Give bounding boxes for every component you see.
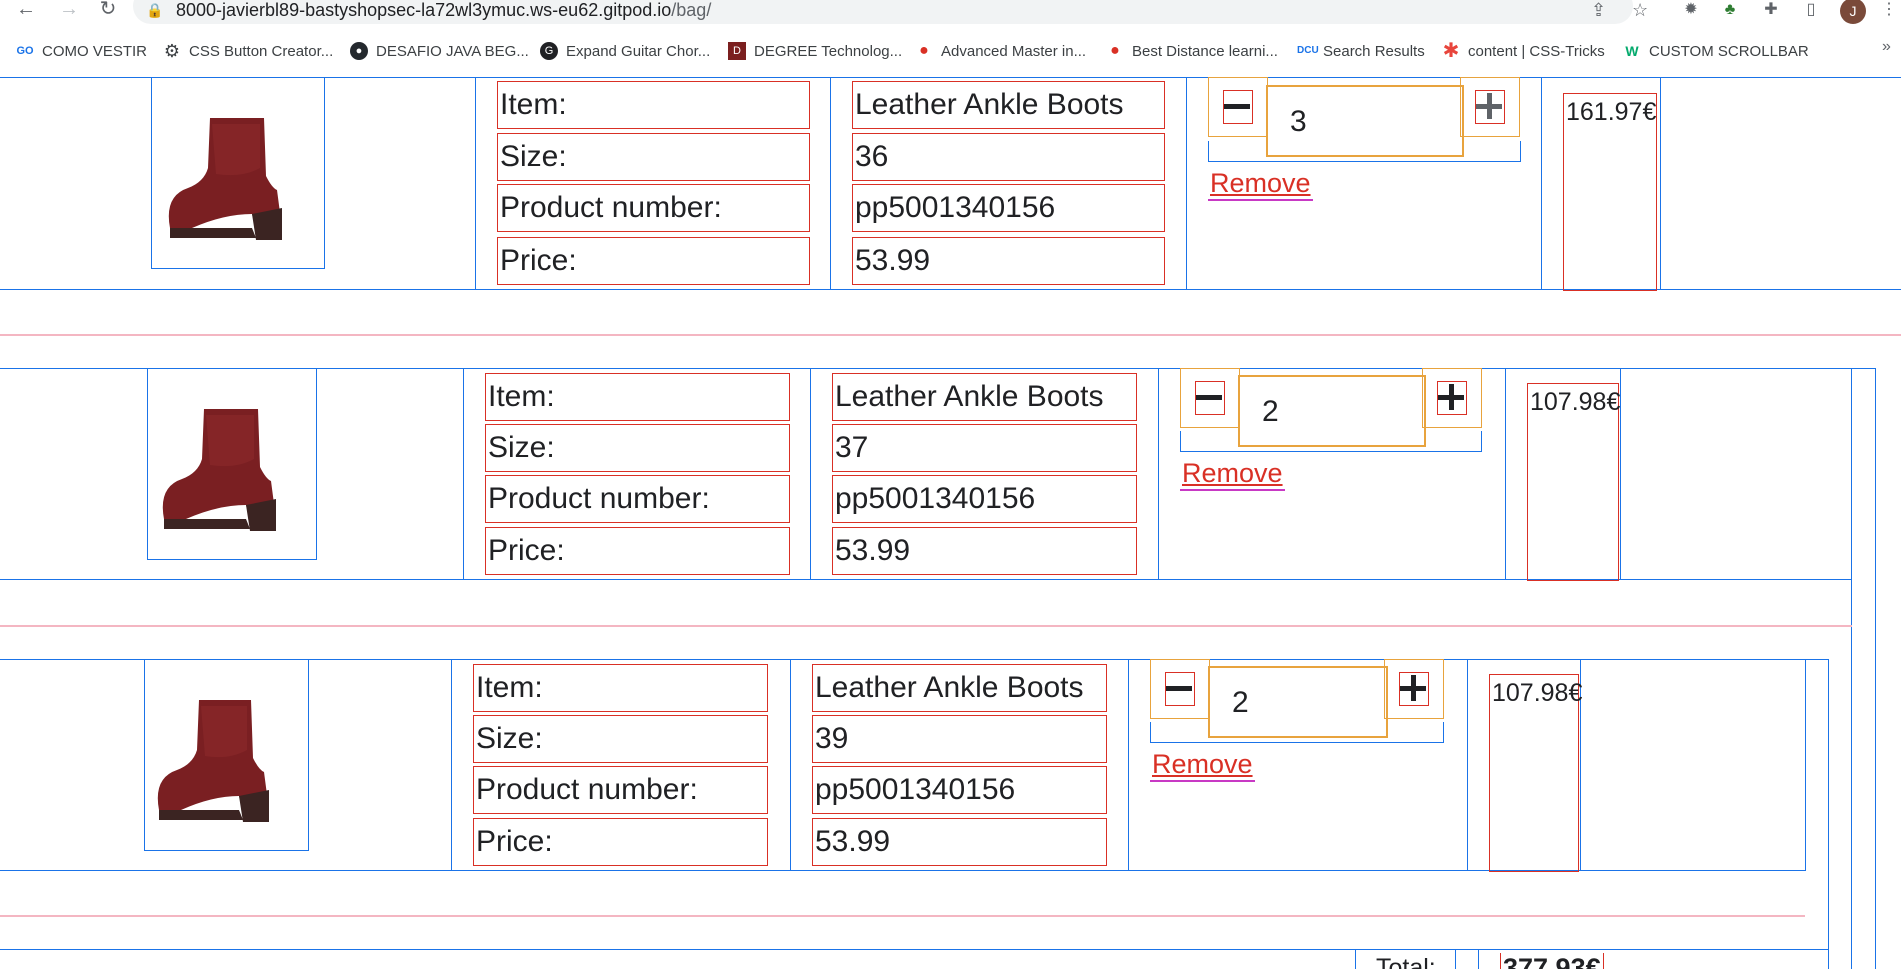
item-price: 53.99 [812,818,1107,866]
bookmark-item[interactable]: ✱ content | CSS-Tricks [1442,40,1605,62]
item-size: 37 [832,424,1137,472]
product-number-label: Product number: [497,184,810,232]
divider [0,625,1852,627]
container-border [1851,369,1852,969]
item-label: Item: [473,664,768,712]
item-label: Item: [485,373,790,421]
item-label: Item: [497,81,810,129]
github-icon: ● [350,42,368,60]
item-subtotal: 161.97€ [1563,93,1657,291]
pin-icon: ● [919,42,929,59]
minus-icon [1166,686,1192,691]
item-name: Leather Ankle Boots [832,373,1137,421]
asterisk-icon: ✱ [1442,40,1460,62]
item-price: 53.99 [832,527,1137,575]
bookmark-item[interactable]: W CUSTOM SCROLLBAR [1623,40,1808,62]
plus-icon [1438,384,1464,410]
side-panel-icon[interactable]: ▯ [1800,0,1822,22]
container-border [1875,369,1876,969]
more-bookmarks-icon[interactable]: » [1882,38,1891,56]
plus-icon [1400,675,1426,701]
dcu-icon: DCU [1297,45,1319,56]
product-image[interactable] [151,77,325,269]
item-subtotal: 107.98€ [1527,383,1620,581]
price-label: Price: [485,527,790,575]
w3-icon: W [1625,43,1639,59]
increment-qty-button[interactable] [1384,659,1444,719]
bag-page: Item: Size: Product number: Price: Leath… [0,77,1901,969]
quantity-input[interactable]: 2 [1208,666,1388,738]
price-label: Price: [497,237,810,285]
item-name: Leather Ankle Boots [812,664,1107,712]
increment-qty-button[interactable] [1422,368,1482,428]
item-size: 39 [812,715,1107,763]
item-product-number: pp5001340156 [812,766,1107,814]
decrement-qty-button[interactable] [1208,77,1268,137]
quantity-input[interactable]: 3 [1266,85,1464,157]
minus-icon [1224,104,1250,109]
extension-bug-icon[interactable]: ✹ [1680,0,1702,22]
size-label: Size: [473,715,768,763]
guitar-icon: G [540,42,558,60]
lock-icon[interactable]: 🔒 [146,0,163,20]
forward-icon[interactable]: → [55,0,83,22]
product-number-label: Product number: [473,766,768,814]
price-label: Price: [473,818,768,866]
product-number-label: Product number: [485,475,790,523]
remove-link[interactable]: Remove [1208,167,1313,201]
item-product-number: pp5001340156 [832,475,1137,523]
product-image[interactable] [144,659,309,851]
share-icon[interactable]: ⇪ [1591,0,1606,20]
ankle-boot-icon [157,700,269,822]
bookmark-item[interactable]: GO COMO VESTIR [16,40,147,62]
browser-chrome: ← → ↻ 🔒 8000-javierbl89-bastyshopsec-la7… [0,0,1901,77]
decrement-qty-button[interactable] [1150,659,1210,719]
remove-link[interactable]: Remove [1180,457,1285,491]
extension-tree-icon[interactable]: ♣ [1719,0,1741,22]
item-price: 53.99 [852,237,1165,285]
pin-icon: ● [1110,42,1120,59]
bookmark-item[interactable]: DCU Search Results [1297,40,1425,62]
gear-icon: ⚙ [163,41,181,61]
bookmark-item[interactable]: D DEGREE Technolog... [728,40,902,62]
item-subtotal: 107.98€ [1489,674,1582,872]
plus-icon [1476,93,1502,119]
item-size: 36 [852,133,1165,181]
decrement-qty-button[interactable] [1180,368,1240,428]
degree-icon: D [728,42,746,60]
url-text[interactable]: 8000-javierbl89-bastyshopsec-la72wl3ymuc… [176,0,711,20]
size-label: Size: [497,133,810,181]
bookmark-item[interactable]: ⚙ CSS Button Creator... [163,40,333,62]
reload-icon[interactable]: ↻ [94,0,122,22]
size-label: Size: [485,424,790,472]
item-name: Leather Ankle Boots [852,81,1165,129]
ankle-boot-icon [162,409,276,531]
product-image[interactable] [147,368,317,560]
back-icon[interactable]: ← [12,0,40,22]
extensions-puzzle-icon[interactable]: ✚ [1760,0,1782,22]
ankle-boot-icon [168,118,282,240]
minus-icon [1196,395,1222,400]
divider [0,915,1805,917]
bookmark-item[interactable]: ● Advanced Master in... [915,40,1086,62]
profile-avatar[interactable]: J [1840,0,1866,24]
go-icon: GO [16,45,34,57]
total-label: Total: [1376,954,1436,969]
bookmark-item[interactable]: G Expand Guitar Chor... [540,40,710,62]
increment-qty-button[interactable] [1460,77,1520,137]
bookmark-item[interactable]: ● DESAFIO JAVA BEG... [350,40,529,62]
bookmark-star-icon[interactable]: ☆ [1632,0,1648,20]
total-value: 377.93€ [1500,953,1604,969]
divider [0,334,1901,336]
bookmarks-bar: GO COMO VESTIR ⚙ CSS Button Creator... ●… [0,36,1901,66]
quantity-input[interactable]: 2 [1238,375,1426,447]
remove-link[interactable]: Remove [1150,748,1255,782]
menu-kebab-icon[interactable]: ⋮ [1878,0,1900,22]
item-product-number: pp5001340156 [852,184,1165,232]
bookmark-item[interactable]: ● Best Distance learni... [1106,40,1278,62]
